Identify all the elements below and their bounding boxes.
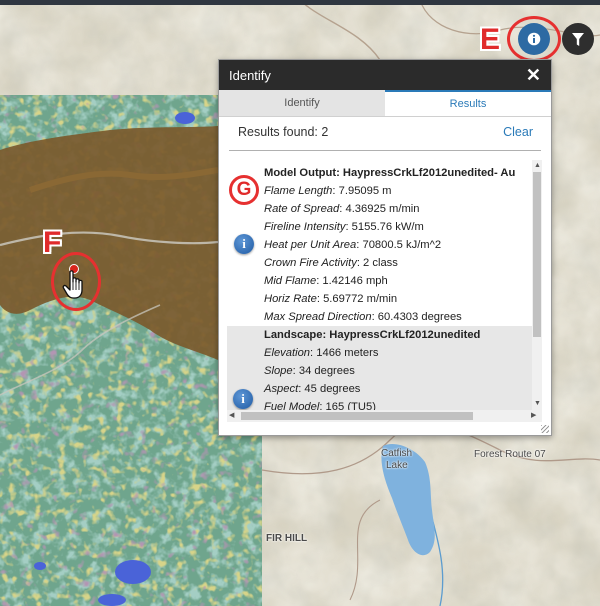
result-1-header[interactable]: Model Output: HaypressCrkLf2012unedited-… bbox=[227, 164, 538, 182]
horizontal-scroll-thumb[interactable] bbox=[241, 412, 473, 420]
identify-map-button[interactable] bbox=[518, 23, 550, 55]
resize-handle-icon[interactable] bbox=[541, 425, 549, 433]
attr-row: Rate of Spread: 4.36925 m/min bbox=[264, 203, 420, 215]
map-label-catfish: Catfish bbox=[381, 448, 413, 459]
attr-row: Fuel Model: 165 (TU5) bbox=[264, 401, 376, 410]
tab-identify[interactable]: Identify bbox=[219, 90, 385, 116]
vertical-scroll-thumb[interactable] bbox=[533, 172, 541, 337]
attr-row: Heat per Unit Area: 70800.5 kJ/m^2 bbox=[264, 239, 442, 251]
result-2: Landscape: HaypressCrkLf2012unedited Ele… bbox=[227, 326, 538, 410]
attr-row: Flame Length: 7.95095 m bbox=[264, 185, 392, 197]
callout-f: F bbox=[43, 226, 62, 259]
callout-e: E bbox=[480, 23, 501, 56]
close-icon[interactable]: ✕ bbox=[526, 66, 541, 84]
result-2-header[interactable]: Landscape: HaypressCrkLf2012unedited bbox=[227, 326, 538, 344]
scroll-down-icon[interactable]: ▼ bbox=[534, 400, 541, 408]
filter-map-button[interactable] bbox=[562, 23, 594, 55]
results-count: Results found: 2 bbox=[238, 125, 329, 139]
scroll-up-icon[interactable]: ▲ bbox=[534, 162, 541, 170]
map-label-fir-hill: FIR HILL bbox=[266, 533, 308, 544]
info-icon: i bbox=[234, 234, 254, 254]
divider bbox=[229, 150, 541, 151]
tab-results[interactable]: Results bbox=[385, 90, 551, 116]
results-list[interactable]: Model Output: HaypressCrkLf2012unedited-… bbox=[227, 160, 540, 410]
callout-g: G bbox=[236, 179, 252, 200]
panel-title: Identify bbox=[229, 67, 271, 83]
top-bar bbox=[0, 0, 600, 5]
filter-icon bbox=[572, 32, 584, 46]
scroll-left-icon[interactable]: ◀ bbox=[229, 412, 234, 420]
clear-link[interactable]: Clear bbox=[503, 125, 533, 139]
identify-panel: Identify ✕ Identify Results Results foun… bbox=[218, 59, 552, 436]
attr-row: Max Spread Direction: 60.4303 degrees bbox=[264, 311, 462, 323]
scroll-right-icon[interactable]: ▶ bbox=[531, 412, 536, 420]
vertical-scrollbar[interactable]: ▲ ▼ bbox=[532, 160, 542, 410]
panel-tabs: Identify Results bbox=[219, 90, 551, 117]
attr-row: Elevation: 1466 meters bbox=[264, 347, 379, 359]
map-label-lake: Lake bbox=[386, 460, 408, 471]
info-icon: i bbox=[233, 389, 253, 409]
attr-row: Slope: 34 degrees bbox=[264, 365, 355, 377]
attr-row: Horiz Rate: 5.69772 m/min bbox=[264, 293, 398, 305]
attr-row: Fireline Intensity: 5155.76 kW/m bbox=[264, 221, 424, 233]
panel-header: Identify ✕ bbox=[219, 60, 551, 90]
map-label-forest-route: Forest Route 07 bbox=[474, 449, 546, 460]
callout-g-ring: G bbox=[229, 175, 259, 205]
attr-row: Crown Fire Activity: 2 class bbox=[264, 257, 398, 269]
horizontal-scrollbar[interactable]: ◀ ▶ bbox=[227, 410, 542, 422]
hand-cursor-icon bbox=[62, 270, 83, 299]
attr-row: Aspect: 45 degrees bbox=[264, 383, 361, 395]
info-icon bbox=[527, 32, 541, 46]
attr-row: Mid Flame: 1.42146 mph bbox=[264, 275, 388, 287]
